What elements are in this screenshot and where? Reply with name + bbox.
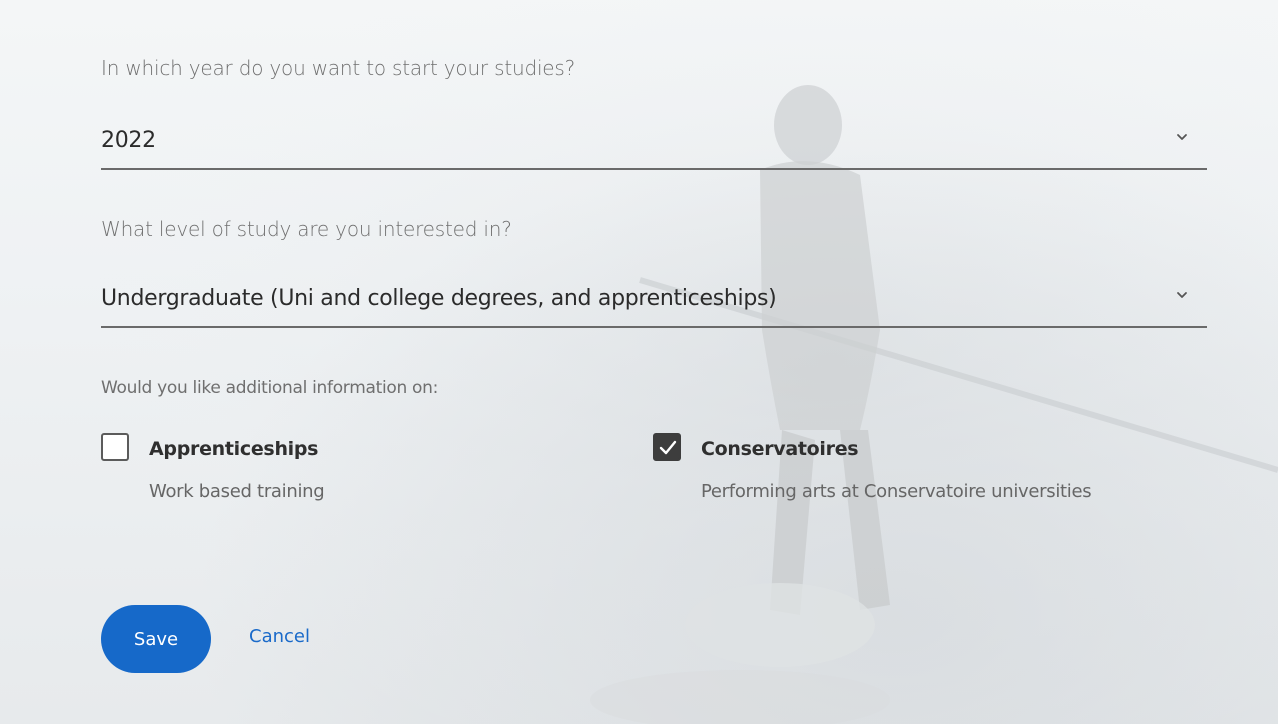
save-button[interactable]: Save bbox=[101, 605, 211, 673]
year-select[interactable]: 2022 bbox=[101, 124, 1207, 170]
study-preferences-form: In which year do you want to start your … bbox=[0, 0, 1278, 724]
chevron-down-icon bbox=[1175, 130, 1189, 144]
conservatoires-checkbox[interactable] bbox=[653, 433, 681, 461]
apprenticeships-description: Work based training bbox=[149, 481, 325, 502]
level-select-value: Undergraduate (Uni and college degrees, … bbox=[101, 286, 777, 311]
level-question-label: What level of study are you interested i… bbox=[101, 217, 512, 241]
year-select-value: 2022 bbox=[101, 128, 156, 153]
conservatoires-title: Conservatoires bbox=[701, 438, 859, 460]
chevron-down-icon bbox=[1175, 288, 1189, 302]
apprenticeships-checkbox[interactable] bbox=[101, 433, 129, 461]
checkmark-icon bbox=[659, 440, 677, 455]
cancel-link[interactable]: Cancel bbox=[249, 626, 310, 647]
additional-info-label: Would you like additional information on… bbox=[101, 378, 439, 398]
year-question-label: In which year do you want to start your … bbox=[101, 56, 576, 80]
apprenticeships-title: Apprenticeships bbox=[149, 438, 319, 460]
option-apprenticeships[interactable]: Apprenticeships Work based training bbox=[101, 433, 551, 513]
option-conservatoires[interactable]: Conservatoires Performing arts at Conser… bbox=[653, 433, 1213, 513]
level-select[interactable]: Undergraduate (Uni and college degrees, … bbox=[101, 282, 1207, 328]
conservatoires-description: Performing arts at Conservatoire univers… bbox=[701, 481, 1092, 502]
